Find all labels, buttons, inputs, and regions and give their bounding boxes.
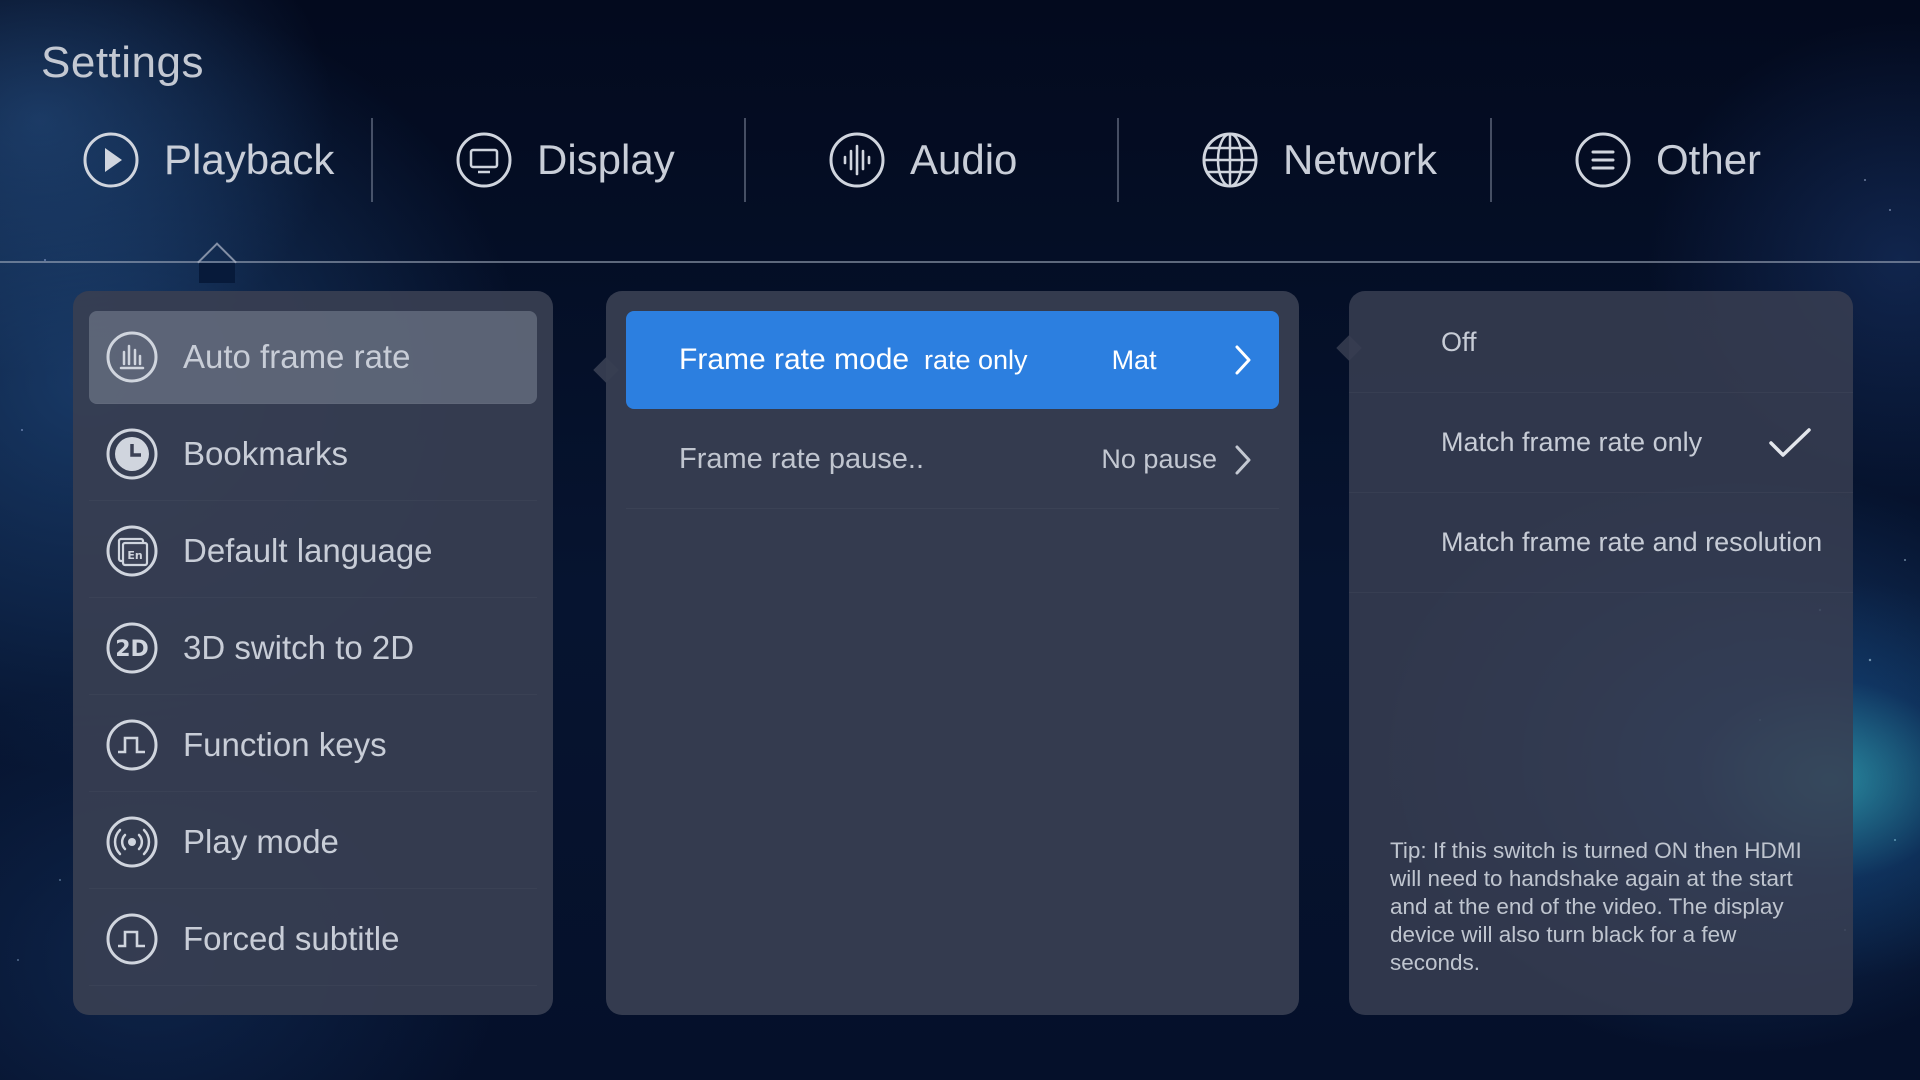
option-value: No pause [1101,444,1217,474]
tab-network[interactable]: Network [1119,118,1492,202]
choices-panel: Off Match frame rate only Match frame ra… [1349,291,1853,1015]
clock-icon [106,428,158,480]
tab-label: Other [1656,136,1762,183]
sidebar-item-function-keys[interactable]: Function keys [89,699,537,792]
choice-match-frame-rate-and-resolution[interactable]: Match frame rate and resolution [1349,493,1853,593]
play-icon [83,132,139,188]
language-en-icon: En [106,525,158,577]
sidebar-item-default-language[interactable]: En Default language [89,505,537,598]
top-tab-bar: Playback Display Audio Network Other [0,118,1920,202]
option-label: Frame rate pause.. [679,443,924,475]
sidebar-item-label: Bookmarks [183,435,349,472]
option-frame-rate-mode[interactable]: Frame rate mode rate only Mat [626,311,1279,409]
sidebar-item-label: Play mode [183,823,339,860]
tab-other[interactable]: Other [1492,118,1865,202]
tab-display[interactable]: Display [373,118,746,202]
bar-chart-icon [106,331,158,383]
sidebar-item-label: 3D switch to 2D [183,629,415,666]
scrolling-value: rate only Mat [924,345,1217,376]
sidebar-item-forced-subtitle[interactable]: Forced subtitle [89,893,537,986]
tab-label: Audio [910,136,1018,183]
choice-label: Off [1441,327,1477,357]
svg-text:En: En [127,549,142,562]
option-value-scroll-a: rate only [924,344,1028,375]
globe-icon [1202,132,1258,188]
sidebar-item-label: Default language [183,532,433,569]
options-panel: Frame rate mode rate only Mat Frame rate… [606,291,1299,1015]
pulse-icon [106,719,158,771]
monitor-icon [456,132,512,188]
chevron-right-icon [1235,445,1251,474]
svg-text:2D: 2D [115,637,149,662]
tab-underline-rule [0,261,1920,263]
menu-icon [1575,132,1631,188]
choice-label: Match frame rate only [1441,427,1703,457]
sidebar-item-label: Forced subtitle [183,920,400,957]
sidebar-item-play-mode[interactable]: Play mode [89,796,537,889]
pulse-icon [106,913,158,965]
2d-icon: 2D [106,622,158,674]
option-value-scroll-b: Mat [1111,344,1157,375]
indicator-mask [199,263,235,283]
checkmark-icon [1769,427,1811,457]
tab-audio[interactable]: Audio [746,118,1119,202]
choice-list: Off Match frame rate only Match frame ra… [1349,293,1853,593]
tab-playback[interactable]: Playback [0,118,373,202]
sidebar-item-label: Auto frame rate [183,338,411,375]
category-list-panel: Auto frame rate Bookmarks En Default lan… [73,291,553,1015]
sidebar-item-auto-frame-rate[interactable]: Auto frame rate [89,311,537,404]
sidebar-item-bookmarks[interactable]: Bookmarks [89,408,537,501]
tip-text: Tip: If this switch is turned ON then HD… [1390,838,1802,975]
page-title: Settings [41,38,204,87]
choice-off[interactable]: Off [1349,293,1853,393]
chevron-right-icon [1235,345,1251,375]
choice-label: Match frame rate and resolution [1441,527,1823,557]
tab-label: Playback [164,136,335,183]
sidebar-item-3d-to-2d[interactable]: 2D 3D switch to 2D [89,602,537,695]
broadcast-icon [106,816,158,868]
tab-label: Display [537,136,675,183]
audio-wave-icon [829,132,885,188]
tab-label: Network [1283,136,1438,183]
sidebar-item-label: Function keys [183,726,387,763]
choice-match-frame-rate-only[interactable]: Match frame rate only [1349,393,1853,493]
option-value-wrap: No pause [1101,443,1255,477]
option-label: Frame rate mode [679,343,910,376]
option-frame-rate-pause[interactable]: Frame rate pause.. No pause [626,411,1279,509]
option-value-wrap: rate only Mat [924,343,1255,377]
